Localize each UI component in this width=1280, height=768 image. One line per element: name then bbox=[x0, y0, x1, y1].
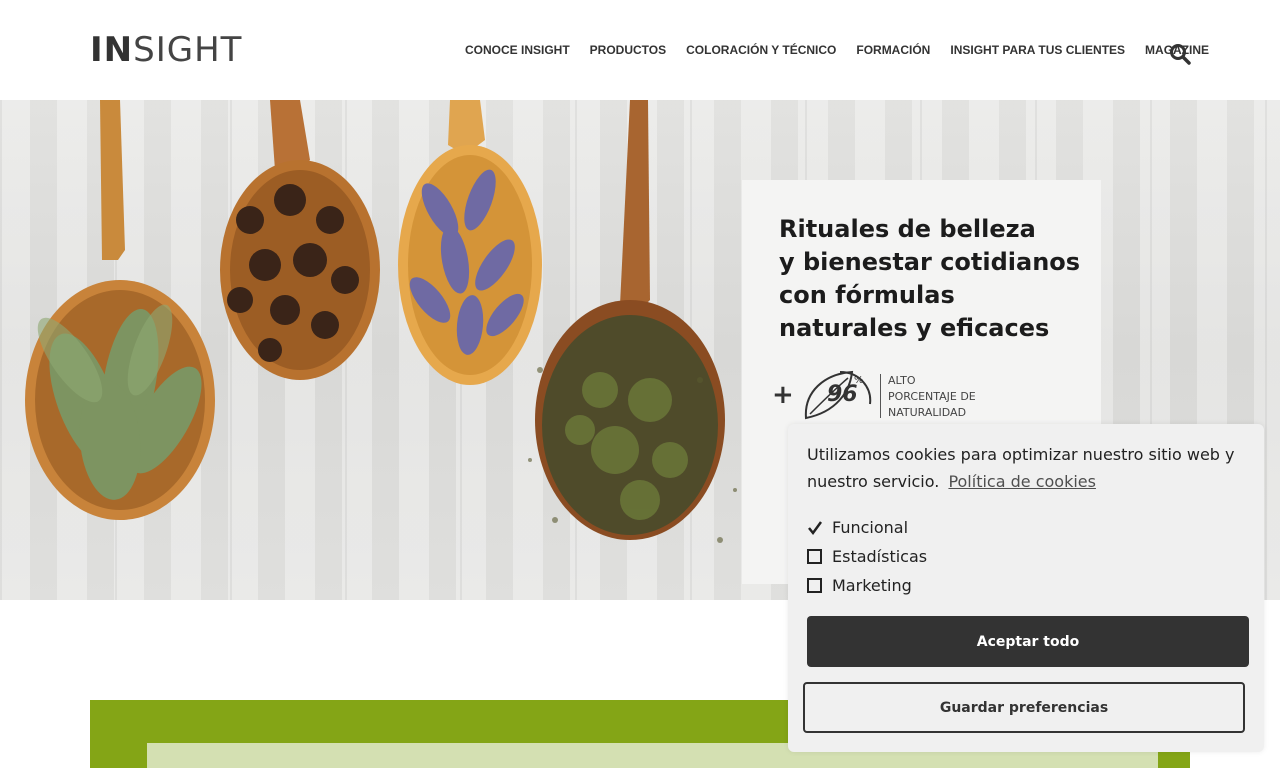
badge-divider bbox=[880, 374, 881, 418]
hero-title-line-2: y bienestar cotidianos bbox=[779, 248, 1081, 276]
naturalness-text: ALTO PORCENTAJE DE NATURALIDAD bbox=[888, 373, 976, 421]
hero-title-line-4: naturales y eficaces bbox=[779, 314, 1050, 342]
checkbox-icon[interactable] bbox=[807, 577, 823, 594]
cookie-message: Utilizamos cookies para optimizar nuestr… bbox=[807, 441, 1247, 495]
cookie-option-label: Estadísticas bbox=[832, 547, 928, 566]
cookie-policy-link[interactable]: Política de cookies bbox=[948, 472, 1096, 491]
cookie-option-label: Marketing bbox=[832, 576, 912, 595]
checkbox-icon[interactable] bbox=[807, 548, 823, 565]
save-preferences-button[interactable]: Guardar preferencias bbox=[803, 682, 1245, 733]
logo-bold: IN bbox=[90, 30, 134, 70]
nav-item-insight-clientes[interactable]: INSIGHT PARA TUS CLIENTES bbox=[950, 43, 1125, 57]
nav-item-productos[interactable]: PRODUCTOS bbox=[590, 43, 666, 57]
main-nav: CONOCE INSIGHT PRODUCTOS COLORACIÓN Y TÉ… bbox=[465, 43, 1209, 57]
cookie-banner: Utilizamos cookies para optimizar nuestr… bbox=[788, 424, 1264, 752]
spoons-with-herbs-image bbox=[25, 100, 737, 543]
nav-item-formacion[interactable]: FORMACIÓN bbox=[856, 43, 930, 57]
cookie-option-estadisticas[interactable]: Estadísticas bbox=[807, 547, 927, 566]
logo-light: SIGHT bbox=[133, 30, 243, 70]
nav-item-conoce-insight[interactable]: CONOCE INSIGHT bbox=[465, 43, 570, 57]
plus-icon: + bbox=[772, 380, 794, 410]
hero-title: Rituales de belleza y bienestar cotidian… bbox=[779, 213, 1081, 345]
badge-text-line-3: NATURALIDAD bbox=[888, 406, 967, 419]
badge-text-line-1: ALTO bbox=[888, 374, 916, 387]
nav-item-coloracion-tecnico[interactable]: COLORACIÓN Y TÉCNICO bbox=[686, 43, 836, 57]
cookie-option-marketing[interactable]: Marketing bbox=[807, 576, 912, 595]
badge-text-line-2: PORCENTAJE DE bbox=[888, 390, 976, 403]
hero-title-line-3: con fórmulas bbox=[779, 281, 955, 309]
naturalness-badge: + 96 % ALTO PORCENTAJE DE NATURALIDAD bbox=[772, 368, 992, 428]
cookie-option-funcional[interactable]: Funcional bbox=[807, 518, 908, 537]
checkmark-icon[interactable] bbox=[807, 520, 823, 536]
insight-logo[interactable]: INSIGHT bbox=[90, 33, 242, 67]
naturalness-percent: % bbox=[854, 375, 864, 386]
hero-title-line-1: Rituales de belleza bbox=[779, 215, 1036, 243]
accept-all-button[interactable]: Aceptar todo bbox=[807, 616, 1249, 667]
cookie-option-label: Funcional bbox=[832, 518, 909, 537]
site-header: INSIGHT CONOCE INSIGHT PRODUCTOS COLORAC… bbox=[0, 0, 1280, 100]
search-icon[interactable] bbox=[1168, 42, 1192, 66]
